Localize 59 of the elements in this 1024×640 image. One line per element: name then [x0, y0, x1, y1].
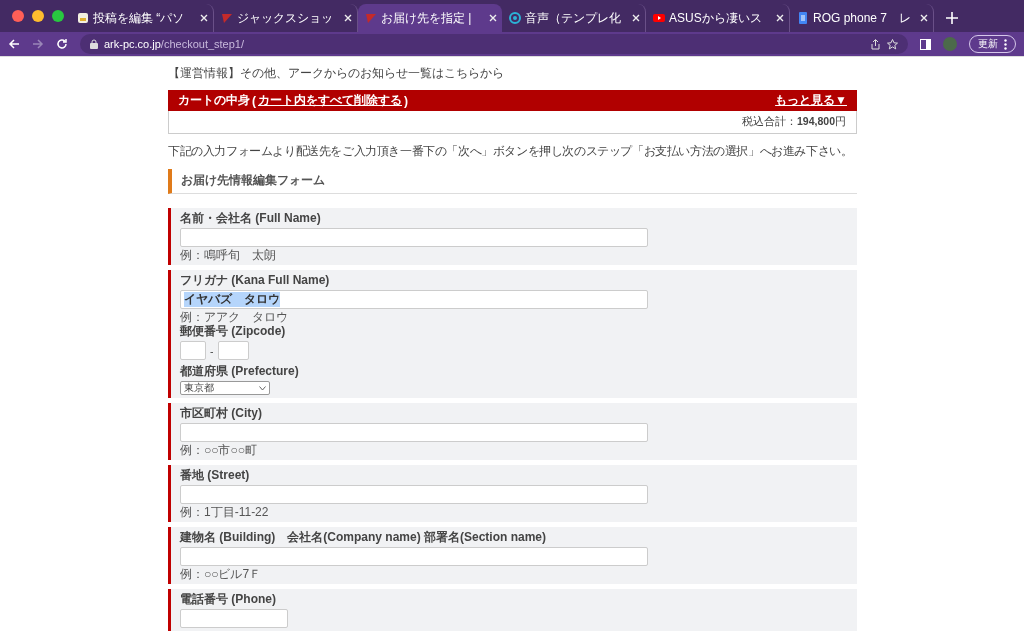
instruction-text: 下記の入力フォームより配送先をご入力頂き一番下の「次へ」ボタンを押し次のステップ「お支払い方法の選択」へお進み下さい。: [168, 143, 854, 160]
zipcode-field[interactable]: [180, 341, 206, 360]
address-bar[interactable]: ark-pc.co.jp/checkout_step1/: [80, 34, 908, 54]
field-label: 番地 (Street): [180, 468, 251, 482]
prefecture-select[interactable]: 東京都: [180, 381, 270, 395]
play-favicon-icon: [653, 12, 665, 24]
field-label: 郵便番号 (Zipcode): [180, 324, 287, 338]
share-icon[interactable]: [870, 38, 881, 50]
flag-favicon-icon: [365, 12, 377, 24]
close-icon[interactable]: [344, 14, 352, 22]
field-label: 市区町村 (City): [180, 406, 263, 420]
cart-title: カートの中身: [178, 92, 250, 109]
new-tab-icon[interactable]: [946, 12, 958, 24]
text-field[interactable]: [180, 485, 648, 504]
field-label: 電話番号 (Phone): [180, 592, 277, 606]
field-label: 名前・会社名 (Full Name): [180, 211, 322, 225]
lock-icon: [90, 39, 98, 49]
text-field[interactable]: イヤバズ タロウ: [180, 290, 648, 309]
cart-total: 税込合計：194,800円: [742, 115, 846, 129]
text-field[interactable]: [180, 547, 648, 566]
example-text: 例：1丁目-11-22: [180, 505, 270, 519]
example-text: 例：鳴呼旬 太朗: [180, 248, 277, 262]
circle-favicon-icon: [509, 12, 521, 24]
browser-tab[interactable]: お届け先を指定 |: [358, 4, 502, 32]
text-field[interactable]: [180, 228, 648, 247]
notice-link[interactable]: 【運営情報】その他、アークからのお知らせ一覧はこちらから: [168, 65, 857, 82]
star-icon[interactable]: [887, 38, 898, 50]
section-title: お届け先情報編集フォーム: [168, 169, 857, 194]
document-lines-icon: [797, 12, 809, 24]
zipcode-field[interactable]: [217, 341, 249, 360]
separator-text: -: [210, 344, 214, 357]
forward-arrow-icon[interactable]: [32, 38, 44, 50]
example-text: 例：アアク タロウ: [180, 310, 289, 324]
minimize-window-dot[interactable]: [32, 10, 44, 22]
field-label: 都道府県 (Prefecture): [180, 364, 300, 378]
kebab-menu-icon: [1004, 38, 1007, 50]
text-field[interactable]: [180, 423, 648, 442]
field-label: 建物名 (Building) 会社名(Company name) 部署名(Section name): [180, 530, 547, 544]
example-text: 例：○○市○○町: [180, 443, 258, 457]
field-label: フリガナ (Kana Full Name): [180, 273, 331, 287]
close-icon[interactable]: [200, 14, 208, 22]
bracket-text: ): [404, 93, 408, 108]
close-icon[interactable]: [776, 14, 784, 22]
zoom-window-dot[interactable]: [52, 10, 64, 22]
bracket-text: (: [252, 93, 256, 108]
close-icon[interactable]: [632, 14, 640, 22]
close-icon[interactable]: [920, 14, 928, 22]
clear-cart-link[interactable]: カート内をすべて削除する: [258, 92, 402, 109]
flag-favicon-icon: [221, 12, 233, 24]
close-window-dot[interactable]: [12, 10, 24, 22]
close-icon[interactable]: [489, 14, 497, 22]
more-link[interactable]: もっと見る▼: [775, 92, 847, 109]
document-favicon-icon: [77, 12, 89, 24]
reload-icon[interactable]: [56, 38, 68, 50]
text-field[interactable]: [180, 609, 288, 628]
back-arrow-icon[interactable]: [8, 38, 20, 50]
example-text: 例：○○ビル7Ｆ: [180, 567, 263, 581]
chevron-down-icon: [259, 385, 266, 391]
side-panel-icon[interactable]: [920, 38, 931, 50]
